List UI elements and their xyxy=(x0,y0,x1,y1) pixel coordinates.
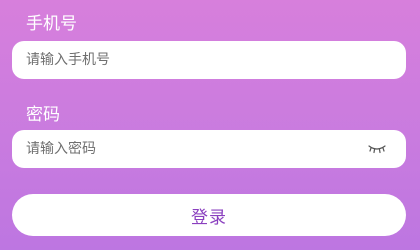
login-button[interactable]: 登录 xyxy=(12,194,406,236)
eye-closed-icon[interactable] xyxy=(366,142,388,156)
phone-input-container[interactable] xyxy=(12,41,406,79)
password-input[interactable] xyxy=(26,141,366,157)
password-input-container[interactable] xyxy=(12,130,406,168)
password-label: 密码 xyxy=(26,105,60,125)
phone-label: 手机号 xyxy=(26,14,77,34)
phone-input[interactable] xyxy=(26,52,392,68)
